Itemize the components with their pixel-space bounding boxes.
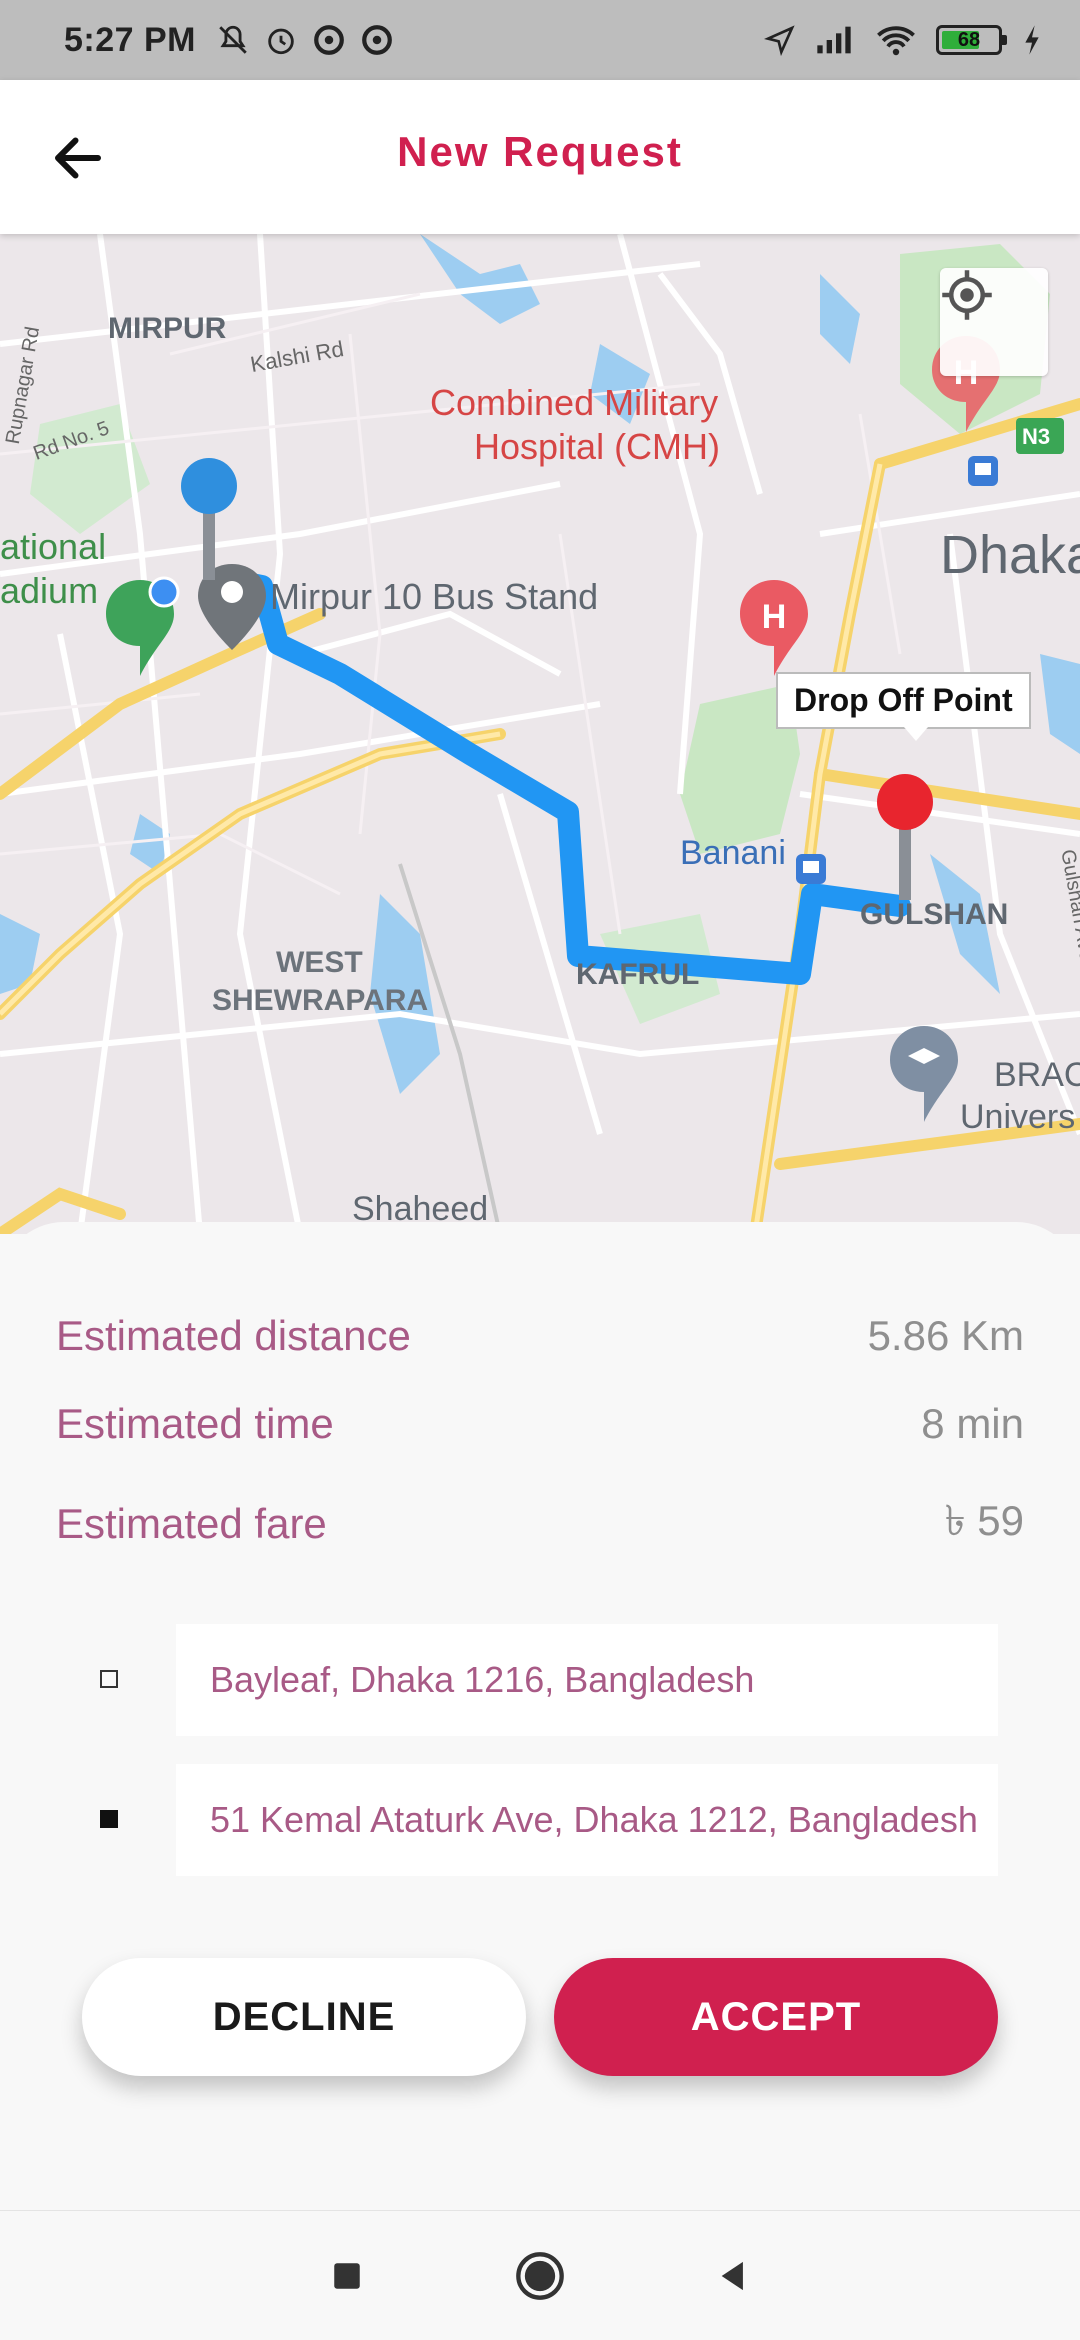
- notification-icon: [314, 25, 344, 55]
- fare-row: Estimated fare ৳ 59: [56, 1488, 1024, 1559]
- map-label: Univers: [960, 1098, 1076, 1136]
- status-bar: 5:27 PM 68: [0, 0, 1080, 80]
- pickup-pin-icon: [181, 458, 237, 580]
- fare-label: Estimated fare: [56, 1499, 327, 1547]
- hospital-icon: H: [740, 580, 808, 676]
- dropoff-label: Drop Off Point: [776, 672, 1031, 741]
- map-label: adium: [0, 570, 99, 611]
- map-label: GULSHAN: [860, 898, 1009, 931]
- time-row: Estimated time 8 min: [56, 1400, 1024, 1448]
- status-time: 5:27 PM: [64, 20, 196, 59]
- square-icon[interactable]: [330, 2259, 364, 2293]
- status-left-icons: [216, 23, 394, 57]
- battery-icon: 68: [936, 25, 1007, 55]
- accept-button[interactable]: ACCEPT: [554, 1958, 998, 2076]
- bus-stop-icon: [968, 456, 998, 486]
- time-value: 8 min: [921, 1400, 1024, 1447]
- location-arrow-icon: [764, 25, 795, 56]
- wifi-icon: [877, 26, 915, 56]
- map-label: KAFRUL: [576, 958, 700, 991]
- map-label: SHEWRAPARA: [212, 984, 429, 1017]
- stadium-icon: [106, 576, 180, 676]
- map-label: N3: [1022, 424, 1051, 449]
- circle-icon[interactable]: [514, 2250, 566, 2302]
- university-icon: [890, 1026, 958, 1122]
- distance-row: Estimated distance 5.86 Km: [56, 1312, 1024, 1360]
- fare-value: ৳ 59: [944, 1497, 1024, 1544]
- app-bar: New Request: [0, 80, 1080, 234]
- distance-value: 5.86 Km: [867, 1312, 1024, 1359]
- svg-text:H: H: [762, 598, 787, 636]
- map-label: Dhaka: [940, 525, 1080, 585]
- battery-level: 68: [957, 28, 981, 51]
- triangle-back-icon[interactable]: [716, 2259, 750, 2293]
- map-label: BRAC: [994, 1056, 1080, 1094]
- pickup-marker-icon: [100, 1670, 118, 1688]
- alarm-icon: [268, 28, 294, 55]
- system-nav-bar: [0, 2210, 1080, 2340]
- map-label: Combined Military: [430, 382, 719, 423]
- map-label: Mirpur 10 Bus Stand: [270, 576, 599, 617]
- dropoff-marker-icon: [100, 1810, 118, 1828]
- decline-button[interactable]: DECLINE: [82, 1958, 526, 2076]
- my-location-button[interactable]: [940, 268, 1048, 376]
- my-location-icon: [942, 270, 992, 320]
- map-view[interactable]: H H MIRPUR Kalshi Rd Rupnagar Rd Rd No. …: [0, 234, 1080, 1234]
- map-label: MIRPUR: [108, 312, 227, 345]
- distance-label: Estimated distance: [56, 1312, 411, 1359]
- charging-icon: [1025, 25, 1039, 55]
- mute-icon: [219, 25, 247, 54]
- map-label: WEST: [276, 946, 363, 979]
- map-label: Hospital (CMH): [474, 426, 721, 467]
- notification-icon: [362, 25, 392, 55]
- time-label: Estimated time: [56, 1400, 334, 1447]
- status-right-icons: 68: [764, 24, 1042, 56]
- map-label: Banani: [680, 834, 786, 872]
- dropoff-address-field[interactable]: 51 Kemal Ataturk Ave, Dhaka 1212, Bangla…: [176, 1764, 998, 1876]
- dropoff-pin-icon: [877, 774, 933, 900]
- map-label: ational: [0, 526, 107, 567]
- page-title: New Request: [397, 128, 683, 175]
- bus-stop-icon: [796, 854, 826, 884]
- signal-icon: [817, 26, 851, 54]
- pickup-address-field[interactable]: Bayleaf, Dhaka 1216, Bangladesh: [176, 1624, 998, 1736]
